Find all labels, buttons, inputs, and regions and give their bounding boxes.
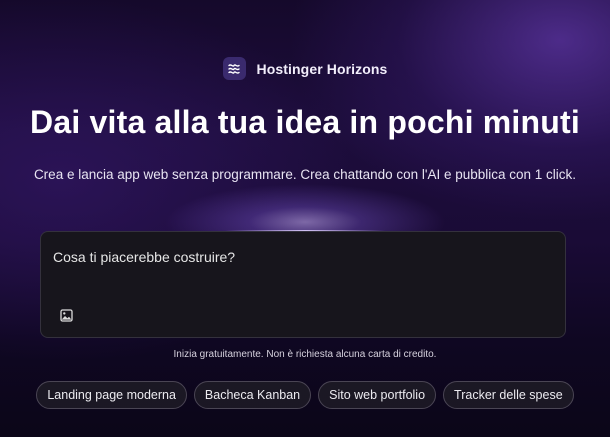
brand-name: Hostinger Horizons — [256, 60, 388, 77]
suggestion-chip-portfolio[interactable]: Sito web portfolio — [318, 381, 437, 409]
suggestion-chip-expense-tracker[interactable]: Tracker delle spese — [443, 381, 574, 409]
prompt-input[interactable] — [53, 246, 553, 268]
free-start-note: Inizia gratuitamente. Non è richiesta al… — [173, 349, 437, 360]
image-icon — [59, 308, 73, 322]
page-title: Dai vita alla tua idea in pochi minuti — [30, 104, 580, 140]
suggestion-chip-landing-page[interactable]: Landing page moderna — [36, 381, 187, 409]
attach-image-button[interactable] — [55, 304, 77, 326]
page-subtitle: Crea e lancia app web senza programmare.… — [33, 167, 577, 182]
suggestion-chips: Landing page moderna Bacheca Kanban Sito… — [0, 381, 610, 409]
suggestion-chip-kanban[interactable]: Bacheca Kanban — [193, 381, 312, 409]
prompt-box[interactable] — [40, 231, 566, 338]
brand[interactable]: Hostinger Horizons — [0, 57, 610, 80]
hostinger-horizons-logo-icon — [222, 57, 246, 80]
